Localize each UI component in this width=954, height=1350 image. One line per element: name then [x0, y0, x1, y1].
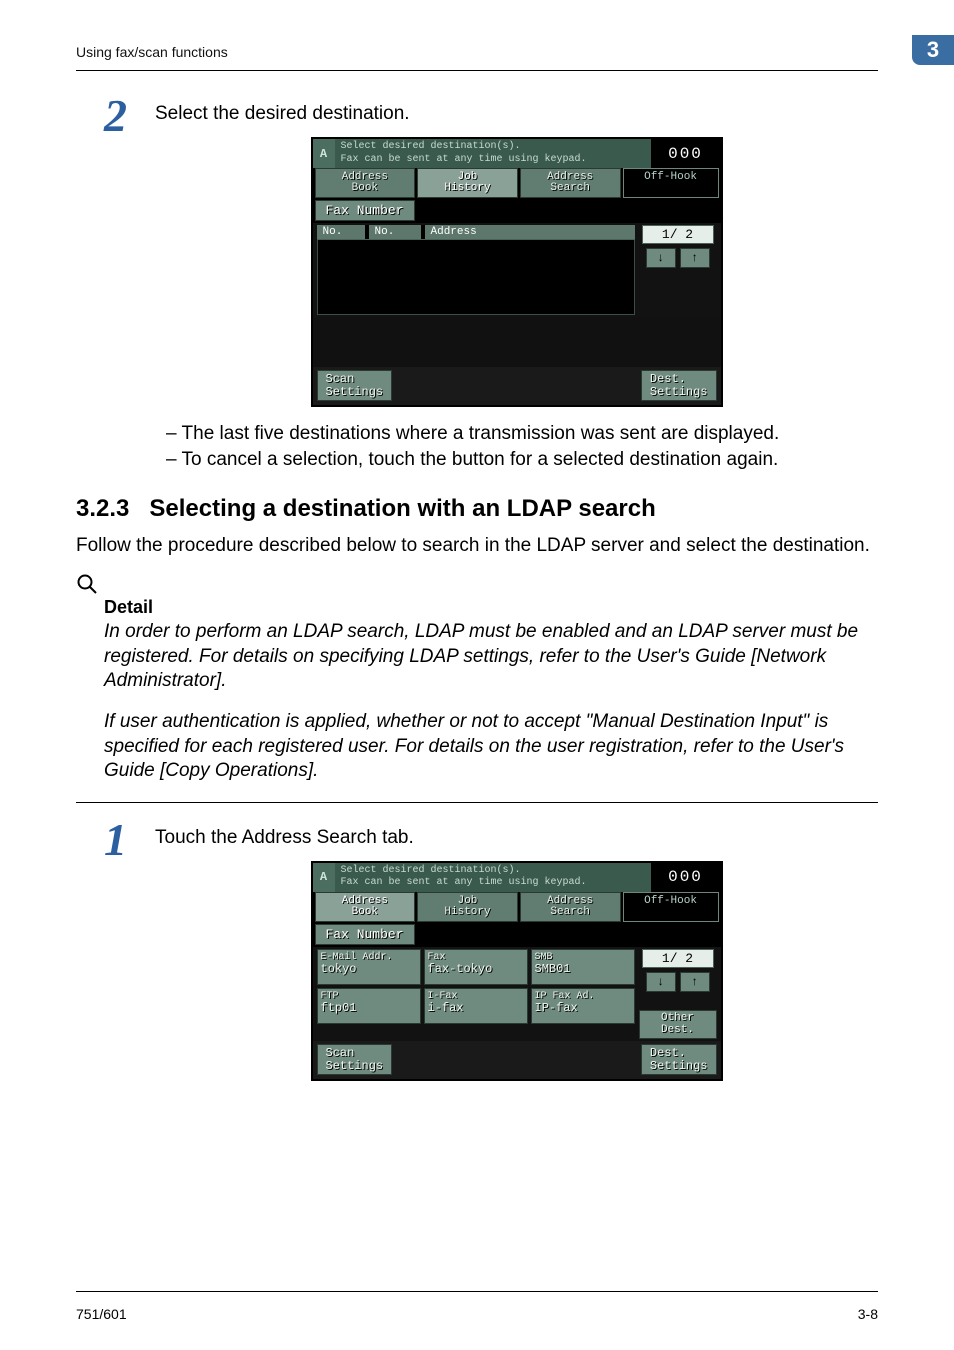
- dest-settings-button[interactable]: Dest. Settings: [641, 1044, 717, 1075]
- status-icon: A: [313, 139, 335, 168]
- status-icon: A: [313, 863, 335, 892]
- section-heading: 3.2.3 Selecting a destination with an LD…: [76, 495, 878, 523]
- dest-ipfax[interactable]: IP Fax Ad. IP-fax: [531, 988, 635, 1024]
- col-address: Address: [425, 225, 635, 239]
- scan-settings-button[interactable]: Scan Settings: [317, 370, 393, 401]
- page-down-button[interactable]: ↓: [646, 248, 676, 268]
- dest-fax-tokyo[interactable]: Fax fax-tokyo: [424, 949, 528, 985]
- mfp-screenshot-job-history: A Select desired destination(s). Fax can…: [311, 137, 723, 407]
- screen1-counter: 000: [651, 139, 721, 168]
- tab-address-book[interactable]: Address Book: [315, 168, 416, 198]
- screen1-title: Select desired destination(s). Fax can b…: [335, 139, 651, 168]
- fax-number-tab[interactable]: Fax Number: [315, 200, 415, 221]
- mfp-screenshot-address-book: A Select desired destination(s). Fax can…: [311, 861, 723, 1081]
- header-rule: [76, 70, 878, 71]
- page-indicator: 1/ 2: [642, 949, 714, 968]
- other-dest-button[interactable]: Other Dest.: [639, 1010, 717, 1039]
- step1b-text: Touch the Address Search tab.: [155, 827, 878, 849]
- screen2-counter: 000: [651, 863, 721, 892]
- tab-address-book[interactable]: Address Book: [315, 892, 416, 922]
- page-up-button[interactable]: ↑: [680, 972, 710, 992]
- detail-paragraph-2: If user authentication is applied, wheth…: [104, 710, 878, 784]
- chapter-number-badge: 3: [912, 35, 954, 65]
- col-no-1: No.: [317, 225, 365, 239]
- step2-note-2: – To cancel a selection, touch the butto…: [166, 449, 878, 471]
- footer-model: 751/601: [76, 1306, 127, 1322]
- fax-number-tab[interactable]: Fax Number: [315, 924, 415, 945]
- col-no-2: No.: [369, 225, 421, 239]
- tab-address-search[interactable]: Address Search: [520, 892, 621, 922]
- footer-rule: [76, 1291, 878, 1292]
- step-number-2: 2: [104, 93, 127, 139]
- tab-job-history[interactable]: Job History: [417, 168, 518, 198]
- page-up-button[interactable]: ↑: [680, 248, 710, 268]
- step2-note-1: – The last five destinations where a tra…: [166, 423, 878, 445]
- tab-address-search[interactable]: Address Search: [520, 168, 621, 198]
- detail-label: Detail: [104, 597, 878, 618]
- off-hook-button[interactable]: Off-Hook: [623, 168, 719, 198]
- page-down-button[interactable]: ↓: [646, 972, 676, 992]
- tab-job-history[interactable]: Job History: [417, 892, 518, 922]
- header-section-path: Using fax/scan functions: [76, 44, 228, 60]
- section-intro: Follow the procedure described below to …: [76, 533, 878, 559]
- dest-email-tokyo[interactable]: E-Mail Addr. tokyo: [317, 949, 421, 985]
- section-separator: [76, 802, 878, 803]
- step2-text: Select the desired destination.: [155, 103, 878, 125]
- page-indicator: 1/ 2: [642, 225, 714, 244]
- dest-settings-button[interactable]: Dest. Settings: [641, 370, 717, 401]
- detail-paragraph-1: In order to perform an LDAP search, LDAP…: [104, 620, 878, 694]
- history-list-body: [317, 240, 635, 315]
- scan-settings-button[interactable]: Scan Settings: [317, 1044, 393, 1075]
- off-hook-button[interactable]: Off-Hook: [623, 892, 719, 922]
- dest-ifax[interactable]: I-Fax i-fax: [424, 988, 528, 1024]
- footer-page-number: 3-8: [858, 1306, 878, 1322]
- magnifier-icon: [76, 573, 878, 595]
- dest-smb01[interactable]: SMB SMB01: [531, 949, 635, 985]
- step-number-1: 1: [104, 817, 127, 863]
- dest-ftp01[interactable]: FTP ftp01: [317, 988, 421, 1024]
- history-list: No. No. Address: [317, 225, 635, 315]
- screen2-title: Select desired destination(s). Fax can b…: [335, 863, 651, 892]
